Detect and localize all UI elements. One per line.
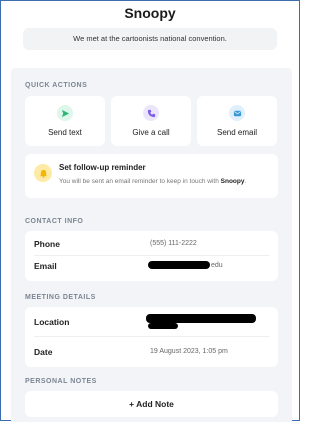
- redacted-location: [146, 314, 256, 323]
- redacted-email: [148, 261, 210, 269]
- details-panel: QUICK ACTIONS Send text Give a call Send…: [11, 68, 292, 422]
- give-a-call-label: Give a call: [132, 128, 170, 137]
- send-email-label: Send email: [216, 128, 258, 137]
- personal-notes-heading: PERSONAL NOTES: [25, 378, 97, 385]
- contact-info-card: Phone (555) 111-2222 Email edu: [25, 231, 278, 281]
- give-a-call-button[interactable]: Give a call: [111, 96, 191, 146]
- send-text-label: Send text: [48, 128, 82, 137]
- reminder-title: Set follow-up reminder: [59, 163, 146, 172]
- reminder-subtitle-text: You will be sent an email reminder to ke…: [59, 178, 219, 185]
- location-label: Location: [34, 317, 70, 327]
- contact-name-title: Snoopy: [124, 5, 176, 21]
- meeting-details-card: Location Date 19 August 2023, 1:05 pm: [25, 307, 278, 367]
- date-value: 19 August 2023, 1:05 pm: [150, 348, 228, 355]
- divider: [34, 336, 269, 337]
- set-follow-up-reminder[interactable]: Set follow-up reminder You will be sent …: [25, 154, 278, 198]
- divider: [34, 255, 269, 256]
- mail-icon: [229, 105, 245, 121]
- send-email-button[interactable]: Send email: [197, 96, 277, 146]
- reminder-subtitle-end: .: [244, 178, 247, 185]
- phone-value[interactable]: (555) 111-2222: [150, 240, 197, 247]
- plus-icon: +: [129, 399, 135, 409]
- quick-actions-heading: QUICK ACTIONS: [25, 82, 88, 89]
- email-label: Email: [34, 261, 57, 271]
- redacted-location-2: [148, 323, 178, 329]
- send-text-button[interactable]: Send text: [25, 96, 105, 146]
- add-note-label: Add Note: [136, 399, 174, 409]
- send-icon: [57, 105, 73, 121]
- add-note-button[interactable]: + Add Note: [25, 391, 278, 417]
- meeting-details-heading: MEETING DETAILS: [25, 294, 96, 301]
- phone-icon: [143, 105, 159, 121]
- phone-label: Phone: [34, 239, 60, 249]
- contact-note: We met at the cartoonists national conve…: [23, 28, 277, 50]
- contact-info-heading: CONTACT INFO: [25, 218, 84, 225]
- email-value-suffix[interactable]: edu: [211, 262, 223, 269]
- bell-icon: [34, 164, 52, 182]
- reminder-contact-name: Snoopy: [220, 178, 245, 185]
- reminder-subtitle: You will be sent an email reminder to ke…: [59, 178, 246, 185]
- date-label: Date: [34, 347, 53, 357]
